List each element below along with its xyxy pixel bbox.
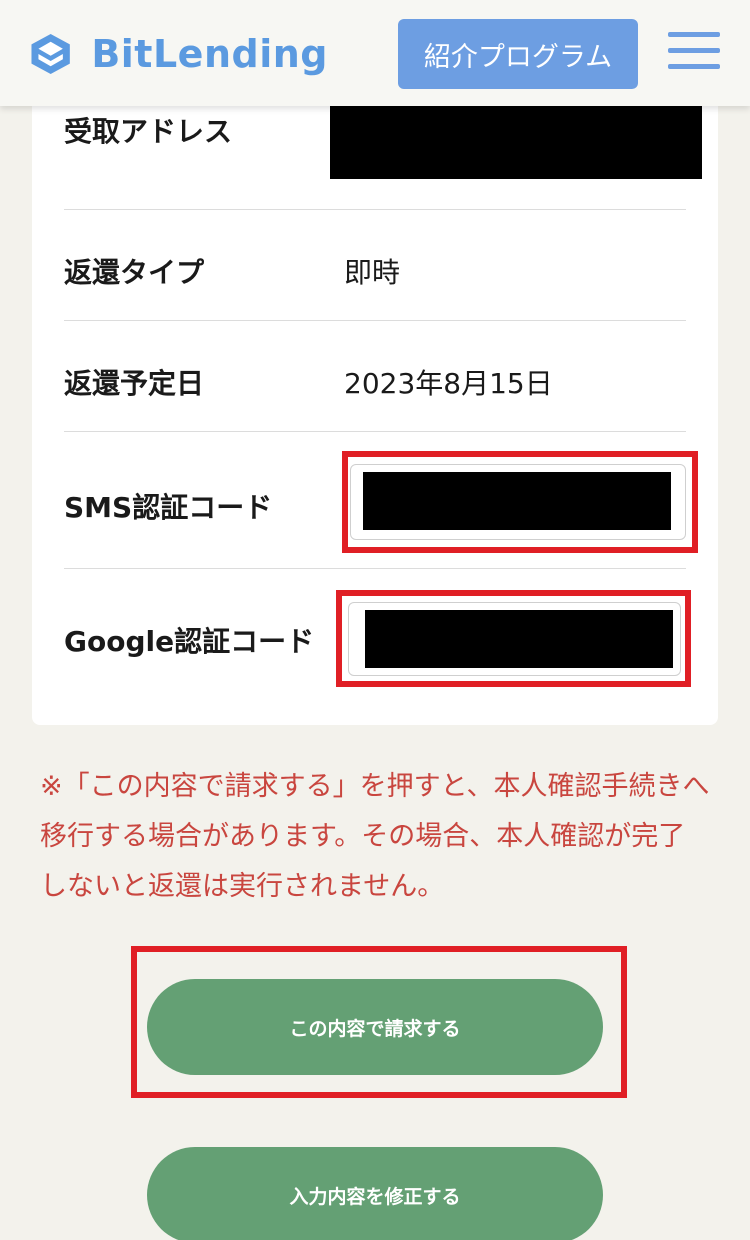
google-code-label: Google認証コード [64, 625, 315, 658]
return-type-value: 即時 [344, 256, 401, 289]
return-date-value: 2023年8月15日 [344, 367, 553, 400]
submit-request-button[interactable]: この内容で請求する [147, 979, 603, 1075]
bitlending-logo[interactable]: BitLending [28, 26, 328, 82]
bitlending-logo-icon [31, 33, 70, 75]
divider [64, 320, 686, 321]
logo-text: BitLending [91, 32, 328, 76]
hamburger-menu-icon[interactable] [668, 32, 720, 72]
redacted-google-code [365, 610, 673, 668]
redacted-sms-code [363, 472, 671, 530]
return-type-label: 返還タイプ [64, 256, 205, 289]
edit-input-button[interactable]: 入力内容を修正する [147, 1147, 603, 1240]
sms-code-label: SMS認証コード [64, 491, 273, 524]
divider [64, 431, 686, 432]
notice-text: ※「この内容で請求する」を押すと、本人確認手続きへ移行する場合があります。その場… [40, 771, 710, 902]
request-details-card: 受取アドレス 返還タイプ 即時 返還予定日 2023年8月15日 SMS認証コー… [32, 60, 718, 725]
app-header: BitLending 紹介プログラム [0, 0, 750, 106]
return-date-label: 返還予定日 [64, 367, 205, 400]
referral-program-button[interactable]: 紹介プログラム [398, 19, 638, 89]
redacted-address [330, 96, 702, 179]
address-label: 受取アドレス [64, 115, 233, 148]
divider [64, 568, 686, 569]
divider [64, 209, 686, 210]
